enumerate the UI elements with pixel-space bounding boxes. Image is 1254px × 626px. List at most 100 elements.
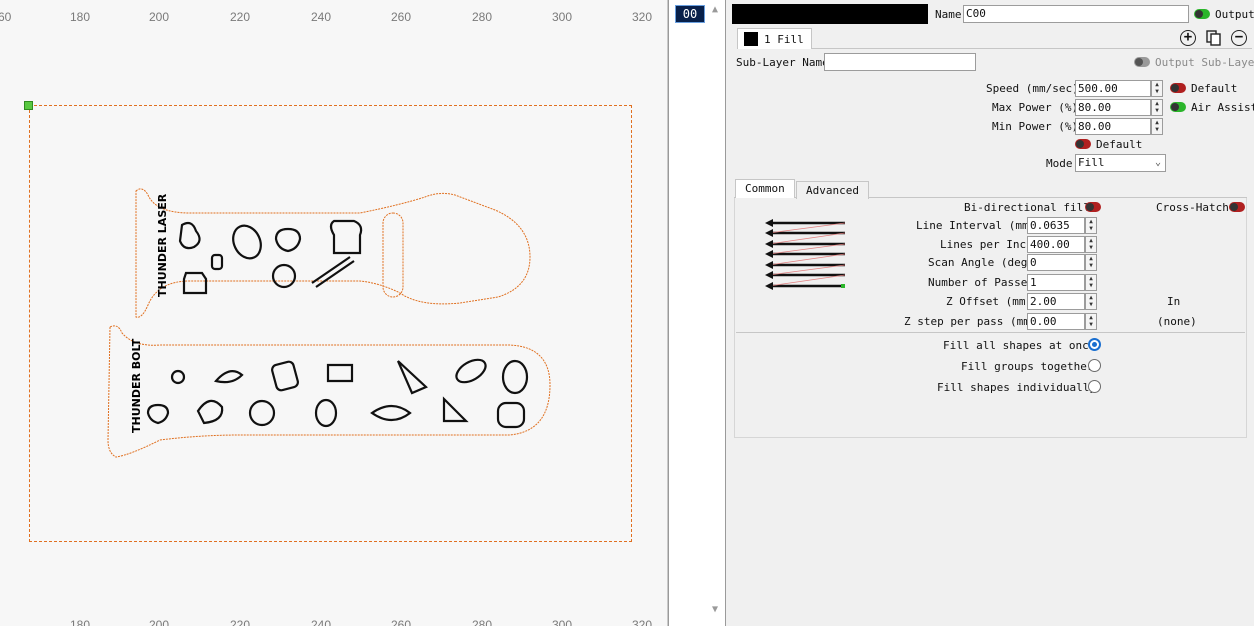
- band-top-slot: [382, 212, 404, 298]
- speed-spinner[interactable]: ▲ ▼: [1151, 80, 1163, 97]
- sausage-icon: [501, 359, 529, 395]
- z-offset-spinner[interactable]: ▲ ▼: [1085, 293, 1097, 310]
- air-assist-label: Air Assist: [1191, 101, 1254, 114]
- bottle-icon: [326, 363, 354, 383]
- lines-per-inch-field[interactable]: 400.00: [1027, 236, 1085, 253]
- toast-icon: [329, 219, 363, 255]
- chicken-wing-icon: [178, 221, 201, 250]
- mode-select-value: Fill: [1078, 156, 1105, 169]
- ruler-top-label: 180: [70, 10, 91, 24]
- fill-individual-label: Fill shapes individually: [937, 381, 1096, 394]
- scan-angle-field[interactable]: 0: [1027, 254, 1085, 271]
- ruler-bottom-label: 320: [632, 618, 653, 626]
- fill-groups-radio[interactable]: [1088, 359, 1101, 372]
- remove-sublayer-icon[interactable]: −: [1231, 30, 1247, 46]
- scan-angle-spinner[interactable]: ▲ ▼: [1085, 254, 1097, 271]
- layer-name-label: Name: [935, 8, 962, 21]
- ruler-bottom-label: 260: [391, 618, 412, 626]
- layer-name-field[interactable]: C00: [963, 5, 1189, 23]
- ruler-top-label: 200: [149, 10, 170, 24]
- ruler-top-label: 320: [632, 10, 653, 24]
- z-step-field[interactable]: 0.00: [1027, 313, 1085, 330]
- band-bottom-outline: [107, 325, 551, 458]
- line-interval-field[interactable]: 0.0635: [1027, 217, 1085, 234]
- cross-hatch-toggle[interactable]: [1229, 202, 1245, 212]
- fill-individual-radio[interactable]: [1088, 380, 1101, 393]
- max-power-spinner[interactable]: ▲ ▼: [1151, 99, 1163, 116]
- min-power-label: Min Power (%): [992, 120, 1079, 133]
- z-step-spinner[interactable]: ▲ ▼: [1085, 313, 1097, 330]
- line-interval-spinner[interactable]: ▲ ▼: [1085, 217, 1097, 234]
- tab-advanced[interactable]: Advanced: [796, 181, 869, 199]
- z-step-label: Z step per pass (mm): [904, 315, 1037, 328]
- min-power-spinner[interactable]: ▲ ▼: [1151, 118, 1163, 135]
- mode-select[interactable]: Fill ⌄: [1075, 154, 1166, 172]
- copy-sublayer-icon[interactable]: [1206, 30, 1222, 46]
- cut-settings-panel: Name C00 Output 1 Fill + − Sub-Layer Nam…: [727, 0, 1254, 626]
- burrito-icon: [370, 404, 412, 422]
- fill-preview-icon: [765, 219, 846, 290]
- ruler-bottom-label: 180: [70, 618, 91, 626]
- speed-label: Speed (mm/sec): [986, 82, 1079, 95]
- power-default-toggle[interactable]: [1075, 139, 1091, 149]
- layer-color-swatch[interactable]: [732, 4, 928, 24]
- ruler-bottom-label: 220: [230, 618, 251, 626]
- ruler-bottom-label: 240: [311, 618, 332, 626]
- speed-default-toggle[interactable]: [1170, 83, 1186, 93]
- cherries-icon: [170, 369, 186, 385]
- selection-handle[interactable]: [24, 101, 33, 110]
- sublayer-tab-label: 1 Fill: [764, 33, 804, 46]
- ruler-top-label: 240: [311, 10, 332, 24]
- watch-band-artwork[interactable]: THUNDER LASER THUNDER BOLT: [100, 185, 560, 465]
- milk-bottle-icon: [182, 271, 208, 295]
- can-icon: [271, 360, 299, 392]
- power-default-label: Default: [1096, 138, 1143, 151]
- add-sublayer-icon[interactable]: +: [1180, 30, 1196, 46]
- sublayer-name-field[interactable]: [824, 53, 976, 71]
- output-toggle[interactable]: [1194, 9, 1210, 19]
- strawberry2-icon: [146, 403, 170, 425]
- output-sublayer-label: Output Sub-Layer: [1155, 56, 1254, 69]
- number-of-passes-spinner[interactable]: ▲ ▼: [1085, 274, 1097, 291]
- z-step-note: (none): [1157, 315, 1197, 328]
- ruler-top-label: 60: [0, 10, 12, 24]
- section-divider: [736, 332, 1245, 333]
- band-top-text: THUNDER LASER: [156, 193, 169, 297]
- line-interval-label: Line Interval (mm): [916, 219, 1036, 232]
- fill-all-radio[interactable]: [1088, 338, 1101, 351]
- ruler-top-label: 280: [472, 10, 493, 24]
- burger-icon: [496, 401, 526, 429]
- max-power-field[interactable]: 80.00: [1075, 99, 1151, 116]
- ruler-bottom-label: 200: [149, 618, 170, 626]
- number-of-passes-field[interactable]: 1: [1027, 274, 1085, 291]
- speed-field[interactable]: 500.00: [1075, 80, 1151, 97]
- pineapple-icon: [196, 399, 224, 425]
- design-canvas[interactable]: 60 180 200 220 240 260 280 300 320 180 2…: [0, 0, 668, 626]
- strawberry-icon: [274, 227, 302, 253]
- bidir-fill-label: Bi-directional fill: [964, 201, 1090, 214]
- scroll-down-icon[interactable]: ▼: [712, 604, 718, 615]
- scroll-up-icon[interactable]: ▲: [712, 4, 718, 15]
- ruler-top-label: 220: [230, 10, 251, 24]
- air-assist-toggle[interactable]: [1170, 102, 1186, 112]
- cup-icon: [210, 253, 224, 271]
- dumpling-icon: [248, 399, 276, 427]
- lines-per-inch-spinner[interactable]: ▲ ▼: [1085, 236, 1097, 253]
- lines-per-inch-label: Lines per Inch: [940, 238, 1033, 251]
- layer-list-item[interactable]: 00: [675, 5, 705, 23]
- ruler-bottom-label: 280: [472, 618, 493, 626]
- sublayer-tab[interactable]: 1 Fill: [737, 28, 812, 49]
- number-of-passes-label: Number of Passes: [928, 276, 1034, 289]
- chevron-down-icon: ⌄: [1154, 157, 1161, 168]
- layer-list[interactable]: 00 ▲ ▼: [668, 0, 726, 626]
- max-power-label: Max Power (%): [992, 101, 1079, 114]
- jar-icon: [271, 263, 297, 289]
- min-power-field[interactable]: 80.00: [1075, 118, 1151, 135]
- tab-common[interactable]: Common: [735, 179, 795, 198]
- pizza-slice-icon: [396, 360, 428, 395]
- output-sublayer-toggle[interactable]: [1134, 57, 1150, 67]
- bidir-fill-toggle[interactable]: [1085, 202, 1101, 212]
- cross-hatch-label: Cross-Hatch: [1156, 201, 1229, 214]
- z-offset-field[interactable]: 2.00: [1027, 293, 1085, 310]
- sandwich-icon: [442, 396, 469, 423]
